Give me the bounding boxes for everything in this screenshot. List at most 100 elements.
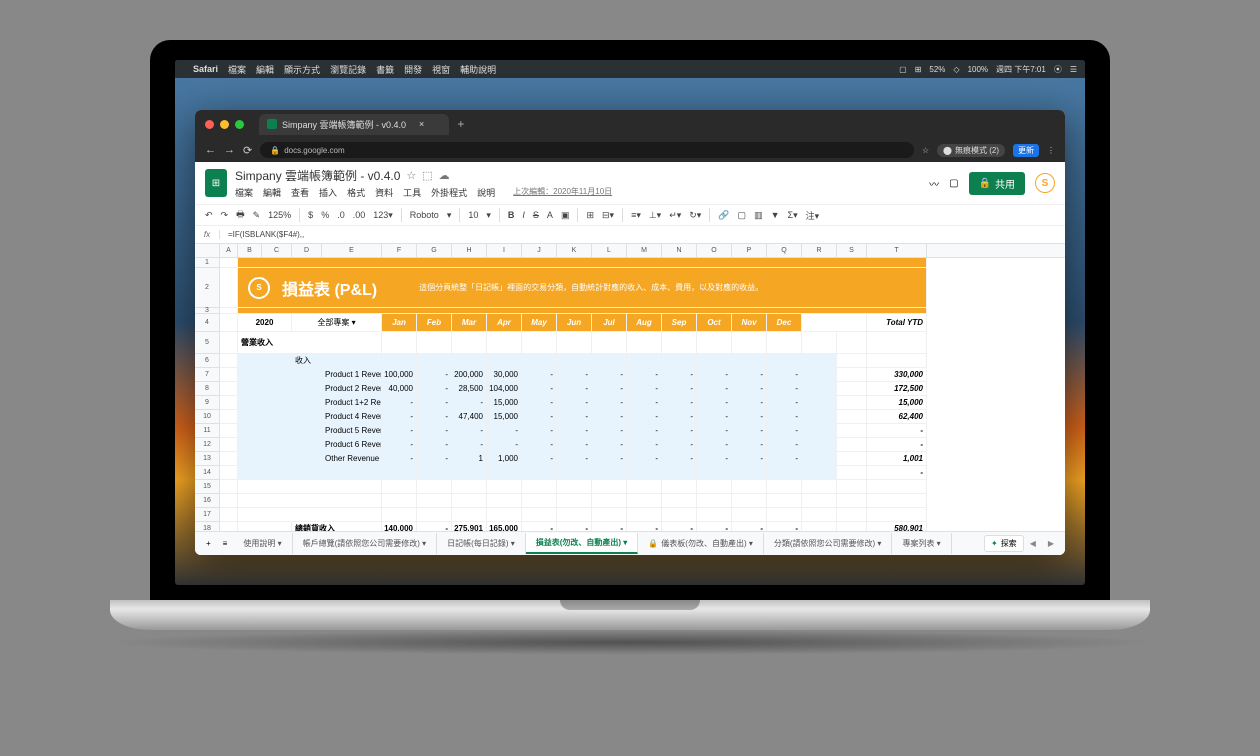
cell[interactable]: - [662,452,697,466]
cell[interactable] [802,314,867,332]
cell[interactable] [867,508,927,522]
row-header[interactable]: 9 [195,396,220,410]
cell[interactable]: - [627,382,662,396]
sheets-menu[interactable]: 外掛程式 [431,186,467,199]
cell[interactable]: 140,000 [382,522,417,531]
row-header[interactable]: 4 [195,314,220,332]
col-header[interactable]: C [262,244,292,257]
cell[interactable]: - [557,410,592,424]
cell[interactable] [732,480,767,494]
percent-button[interactable]: % [321,210,329,220]
cell[interactable]: Oct [697,314,732,332]
cell[interactable]: - [662,396,697,410]
menu-item[interactable]: 檔案 [228,63,246,76]
cell[interactable]: - [662,522,697,531]
close-window-button[interactable] [205,120,214,129]
cell[interactable]: - [382,410,417,424]
add-sheet-button[interactable]: + [200,539,217,548]
cell[interactable] [220,466,238,480]
cell[interactable]: - [522,438,557,452]
sheet-tab[interactable]: 帳戶總覽(請依照您公司需要修改) ▾ [293,533,438,554]
halign-button[interactable]: ≡▾ [631,210,641,221]
cell[interactable] [220,522,238,531]
cell[interactable] [732,494,767,508]
link-button[interactable]: 🔗 [718,210,729,221]
cell[interactable] [382,466,417,480]
cell[interactable]: May [522,314,557,332]
cell[interactable]: - [557,368,592,382]
cell[interactable] [837,438,867,452]
cell[interactable] [767,480,802,494]
cell[interactable]: 收入 [292,354,382,368]
cell[interactable] [417,354,452,368]
cell[interactable] [382,480,417,494]
cell[interactable]: - [417,382,452,396]
cell[interactable]: 2020 [238,314,292,332]
cell[interactable]: - [592,424,627,438]
cell[interactable] [802,396,837,410]
cell[interactable] [220,480,238,494]
spotlight-icon[interactable]: ⦿ [1054,64,1062,75]
print-button[interactable]: 🖶 [236,207,245,223]
cell[interactable] [837,396,867,410]
cell[interactable]: 62,400 [867,410,927,424]
sheet-tab[interactable]: 日記帳(每日記錄) ▾ [437,533,526,554]
cell[interactable]: Product 2 Revenue 商品2 [322,382,382,396]
col-header[interactable]: K [557,244,592,257]
cell[interactable]: - [522,452,557,466]
cell[interactable]: - [627,368,662,382]
cell[interactable] [837,424,867,438]
back-button[interactable]: ← [205,144,216,156]
cell[interactable]: - [697,382,732,396]
italic-button[interactable]: I [522,210,525,220]
row-header[interactable]: 12 [195,438,220,452]
cell[interactable] [627,508,662,522]
row-header[interactable]: 6 [195,354,220,368]
cell[interactable]: - [557,396,592,410]
cell[interactable] [522,466,557,480]
cell[interactable] [662,494,697,508]
cell[interactable] [220,508,238,522]
close-tab-icon[interactable]: × [419,119,424,129]
cell[interactable] [802,452,837,466]
cell[interactable] [802,522,837,531]
cell[interactable] [557,480,592,494]
col-header[interactable]: P [732,244,767,257]
cell[interactable] [238,368,322,382]
cell[interactable] [522,332,557,354]
cell[interactable]: 28,500 [452,382,487,396]
cell[interactable] [592,332,627,354]
cell[interactable] [802,332,837,354]
cell[interactable] [837,354,867,368]
cell[interactable] [802,368,837,382]
activity-icon[interactable]: 〰 [929,176,939,191]
cell[interactable] [220,332,238,354]
cell[interactable] [732,508,767,522]
row-header[interactable]: 16 [195,494,220,508]
cell[interactable]: 全部專案 ▾ [292,314,382,332]
col-header[interactable]: A [220,244,238,257]
cell[interactable]: - [767,410,802,424]
cell[interactable]: - [592,410,627,424]
sheet-tab[interactable]: 分類(請依照您公司需要修改) ▾ [764,533,893,554]
cell[interactable]: Product 1+2 Revenue 商品 [322,396,382,410]
cell[interactable]: Aug [627,314,662,332]
cell[interactable] [522,480,557,494]
filter-button[interactable]: ▼ [771,210,780,220]
cell[interactable] [452,494,487,508]
cell[interactable] [417,466,452,480]
cell[interactable]: 30,000 [487,368,522,382]
cell[interactable]: 營業收入 [238,332,382,354]
new-tab-button[interactable]: + [457,117,464,131]
cell[interactable]: - [382,424,417,438]
cell[interactable] [487,494,522,508]
cell[interactable] [837,494,867,508]
valign-button[interactable]: ⊥▾ [649,210,661,221]
cell[interactable] [732,354,767,368]
wrap-button[interactable]: ↵▾ [669,210,681,221]
cell[interactable] [837,480,867,494]
cell[interactable] [802,410,837,424]
cell[interactable]: - [382,452,417,466]
col-header[interactable]: S [837,244,867,257]
col-header[interactable]: D [292,244,322,257]
